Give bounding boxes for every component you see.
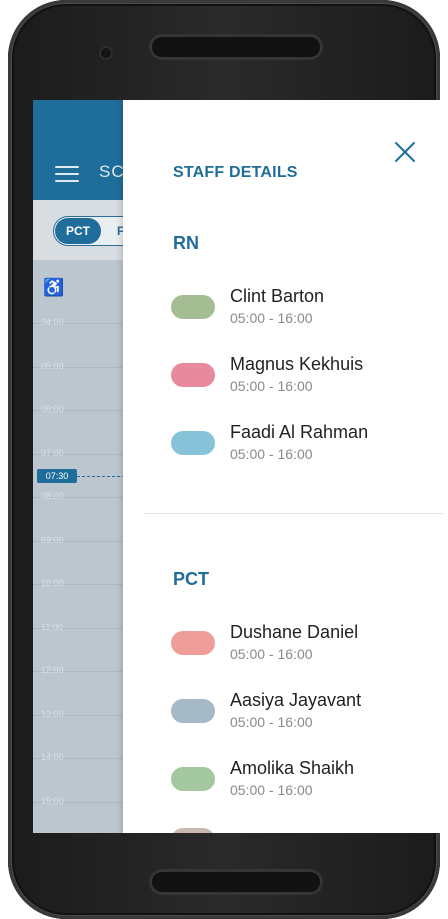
staff-name: Faadi Al Rahman	[230, 422, 369, 442]
staff-name: Dushane Daniel	[230, 622, 359, 642]
staff-shift-time: 05:00 - 16:00	[230, 646, 313, 662]
staff-color-swatch	[171, 431, 215, 455]
staff-name: Aasiya Jayavant	[230, 690, 362, 710]
section-title-1: PCT	[173, 569, 209, 589]
app-title: SC	[99, 162, 125, 181]
role-chip-pct[interactable]: PCT	[55, 218, 101, 244]
staff-name: Amolika Shaikh	[230, 758, 355, 778]
timeline-hour-label: 10:00	[41, 578, 64, 588]
home-button-bar	[149, 869, 323, 895]
staff-color-swatch	[171, 631, 215, 655]
staff-shift-time: 05:00 - 16:00	[230, 782, 313, 798]
staff-list-item[interactable]: Amolika Shaikh 05:00 - 16:00	[171, 757, 441, 803]
staff-shift-time: 05:00 - 16:00	[230, 714, 313, 730]
staff-shift-time: 05:00 - 16:00	[230, 378, 313, 394]
staff-list-item[interactable]: Aasiya Jayavant 05:00 - 16:00	[171, 689, 441, 735]
staff-shift-time: 05:00 - 16:00	[230, 310, 313, 326]
hamburger-menu-icon[interactable]	[55, 166, 79, 182]
earpiece-speaker	[149, 34, 323, 60]
timeline-hour-label: 11:00	[41, 622, 63, 632]
timeline-hour-label: 13:00	[41, 709, 64, 719]
timeline-hour-label: 15:00	[41, 796, 64, 806]
staff-name: Clint Barton	[230, 286, 325, 306]
phone-frame: SC PCT F ♿ 04:00 05:00 06:00 07:00 08:00 09:0…	[8, 0, 444, 919]
staff-details-drawer: STAFF DETAILS RN Clint Barton 05:00 - 16:0…	[123, 100, 444, 833]
timeline-hour-label: 05:00	[41, 361, 64, 371]
staff-list-item[interactable]: Magnus Kekhuis 05:00 - 16:00	[171, 353, 441, 399]
staff-color-swatch	[171, 295, 215, 319]
timeline-hour-label: 14:00	[41, 752, 64, 762]
timeline-hour-label: 09:00	[41, 535, 64, 545]
section-divider	[144, 513, 444, 514]
timeline-hour-label: 06:00	[41, 404, 64, 414]
staff-color-swatch	[171, 363, 215, 387]
timeline-hour-label: 12:00	[41, 665, 64, 675]
staff-color-swatch	[171, 767, 215, 791]
staff-color-swatch	[171, 828, 215, 833]
timeline-hour-label: 04:00	[41, 317, 64, 327]
staff-shift-time: 05:00 - 16:00	[230, 446, 313, 462]
screen: SC PCT F ♿ 04:00 05:00 06:00 07:00 08:00 09:0…	[33, 100, 444, 833]
timeline-hour-label: 07:00	[41, 448, 64, 458]
section-title-0: RN	[173, 233, 199, 253]
staff-list-item[interactable]: Dushane Daniel 05:00 - 16:00	[171, 621, 441, 667]
staff-list-item[interactable]: Clint Barton 05:00 - 16:00	[171, 285, 441, 331]
staff-name: Magnus Kekhuis	[230, 354, 364, 374]
staff-list-item[interactable]: Faadi Al Rahman 05:00 - 16:00	[171, 421, 441, 467]
close-icon[interactable]	[393, 140, 417, 164]
drawer-title: STAFF DETAILS	[173, 164, 298, 181]
staff-color-swatch	[171, 699, 215, 723]
patient-wheelchair-icon: ♿	[43, 278, 65, 297]
current-time-badge: 07:30	[37, 469, 77, 483]
front-camera	[99, 46, 113, 60]
timeline-hour-label: 08:00	[41, 491, 64, 501]
